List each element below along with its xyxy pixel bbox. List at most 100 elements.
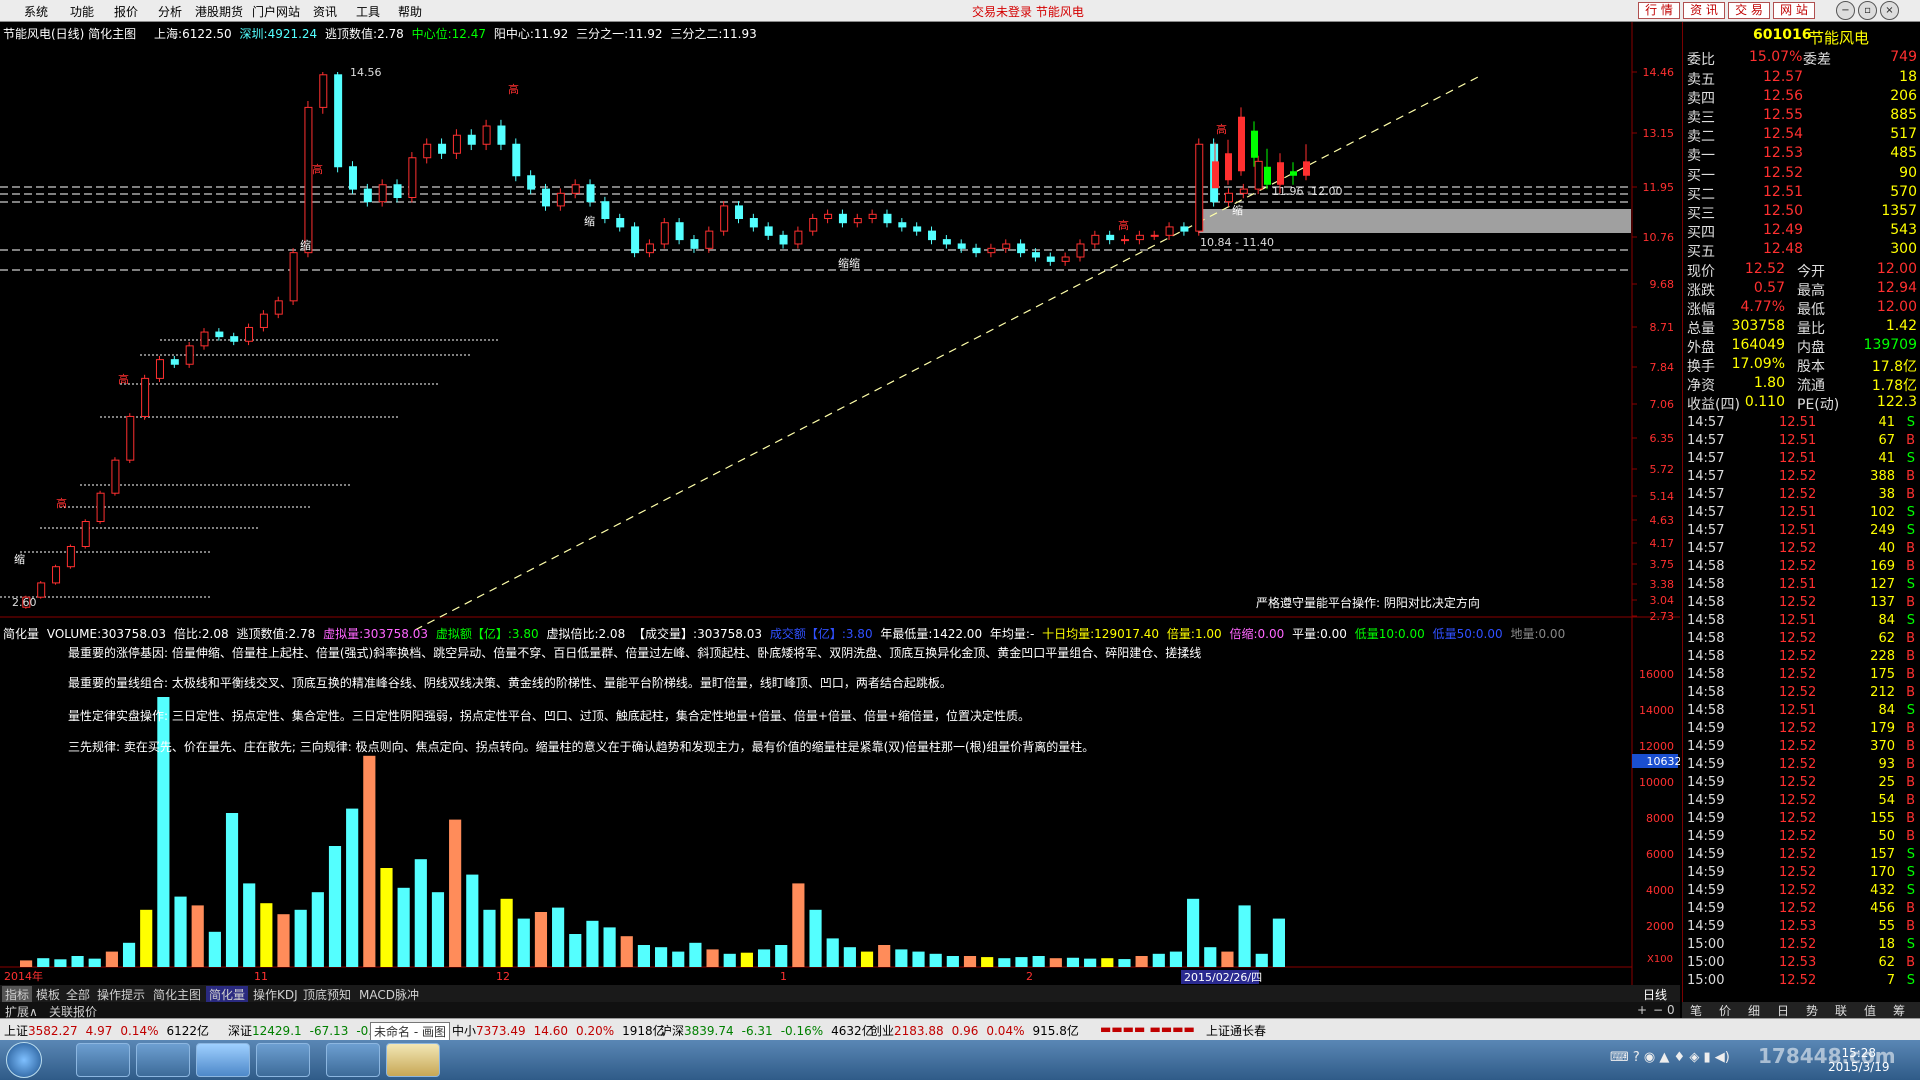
tab-price[interactable]: 价: [1711, 1002, 1739, 1019]
quote-panel: 601016 节能风电 委比 15.07% 委差 749 卖五 12.57 18 卖四 12.5…: [1682, 22, 1920, 1012]
volume-bar: [20, 960, 33, 967]
candle-body: [452, 134, 461, 154]
volume-bar: [88, 958, 101, 967]
top-button-quote[interactable]: 行 情: [1638, 2, 1680, 19]
tab-kdj[interactable]: 操作KDJ: [250, 986, 301, 1003]
tab-detail[interactable]: 细: [1740, 1002, 1768, 1019]
candle-body: [735, 205, 744, 220]
candle-body: [1165, 226, 1174, 236]
tab-all[interactable]: 全部: [63, 986, 93, 1003]
stock-app-icon[interactable]: [196, 1043, 250, 1077]
bank-icon[interactable]: [326, 1043, 380, 1077]
stat-row: 外盘 164049 内盘 139709: [1683, 336, 1920, 356]
tick-cell: 12.52: [1779, 487, 1817, 502]
tray-icons[interactable]: ⌨ ? ◉ ▲ ♦ ◈ ▮ ◀): [1610, 1050, 1730, 1065]
candle-body: [304, 106, 313, 254]
menu-analysis[interactable]: 分析: [158, 3, 182, 20]
menu-info[interactable]: 资讯: [313, 3, 337, 20]
tick-cell: 14:57: [1687, 469, 1725, 484]
popup-paint-label[interactable]: 未命名 - 画图: [370, 1022, 450, 1041]
close-icon[interactable]: ×: [1880, 1, 1899, 20]
tick-row: 14:58 12.52 137 B: [1683, 594, 1920, 612]
candle-body: [1224, 192, 1233, 203]
y-tick-label: 6.35: [1650, 432, 1675, 445]
tab-op-tips[interactable]: 操作提示: [94, 986, 148, 1003]
tick-row: 14:59 12.52 370 B: [1683, 738, 1920, 756]
tick-row: 14:58 12.52 212 B: [1683, 684, 1920, 702]
candle-body: [334, 74, 343, 168]
stock-name: 节能风电: [1809, 29, 1870, 47]
volume: 90: [1899, 165, 1917, 181]
tick-cell: S: [1906, 937, 1915, 952]
tick-cell: 127: [1870, 577, 1895, 592]
tab-indicator[interactable]: 指标: [2, 986, 33, 1003]
tab-macd[interactable]: MACD脉冲: [356, 986, 422, 1003]
tab-related[interactable]: 联: [1827, 1002, 1855, 1019]
menu-system[interactable]: 系统: [24, 3, 48, 20]
tab-simple-volume[interactable]: 简化量: [206, 986, 249, 1003]
menu-function[interactable]: 功能: [70, 3, 94, 20]
index-item[interactable]: 中小7373.49 14.60 0.20% 1918亿: [452, 1022, 665, 1039]
tick-row: 14:58 12.51 84 S: [1683, 702, 1920, 720]
index-item[interactable]: 沪深3839.74 -6.31 -0.16% 4632亿: [660, 1022, 874, 1039]
index-item[interactable]: 深证12429.1 -67.13 -0.: [228, 1022, 380, 1039]
tab-template[interactable]: 模板: [33, 986, 63, 1003]
watermark: 178448.com: [1758, 1044, 1896, 1068]
label: 买五: [1687, 244, 1715, 260]
chart-area[interactable]: 节能风电(日线) 简化主图 上海:6122.50 深圳:4921.24 逃顶数值…: [0, 22, 1680, 992]
volume-bar: [740, 952, 753, 967]
tick-cell: 14:57: [1687, 523, 1725, 538]
kline-chart[interactable]: 14.46 13.15 11.95 10.76 9.68 8.71 7.84 7.06 6.35…: [0, 22, 1680, 985]
reset-button[interactable]: 0: [1664, 1003, 1678, 1017]
zoom-in-button[interactable]: +: [1634, 1003, 1650, 1017]
minimize-icon[interactable]: −: [1836, 1, 1855, 20]
volume-bar: [843, 947, 856, 967]
volume-bar: [637, 945, 650, 967]
ie-icon[interactable]: [256, 1043, 310, 1077]
tick-cell: B: [1906, 901, 1915, 916]
candle-body: [645, 243, 654, 254]
paint-icon[interactable]: [386, 1043, 440, 1077]
menu-tools[interactable]: 工具: [356, 3, 380, 20]
index-item[interactable]: 上证3582.27 4.97 0.14% 6122亿: [4, 1022, 209, 1039]
index-field: -0.16%: [780, 1024, 824, 1038]
quote-panel-tabs: 笔 价 细 日 势 联 值 筹: [1682, 1002, 1920, 1018]
top-button-site[interactable]: 网 站: [1773, 2, 1815, 19]
tick-cell: B: [1906, 433, 1915, 448]
high-marker: 高: [1216, 122, 1227, 136]
value: 749: [1890, 49, 1917, 65]
tick-cell: 12.52: [1779, 973, 1817, 988]
volume-bar: [775, 945, 788, 967]
menu-quote[interactable]: 报价: [114, 3, 138, 20]
label: 总量: [1687, 321, 1715, 337]
volume-tick-label: 10000: [1639, 776, 1674, 789]
tab-simple-main[interactable]: 简化主图: [150, 986, 204, 1003]
restore-icon[interactable]: ▫: [1858, 1, 1877, 20]
menu-portal[interactable]: 门户网站: [252, 3, 300, 20]
menu-help[interactable]: 帮助: [398, 3, 422, 20]
candle-body: [824, 213, 833, 220]
index-item[interactable]: 创业2183.88 0.96 0.04% 915.8亿: [870, 1022, 1079, 1039]
menu-hk-futures[interactable]: 港股期货: [195, 3, 243, 20]
tab-value[interactable]: 值: [1856, 1002, 1884, 1019]
tick-row: 14:58 12.51 84 S: [1683, 612, 1920, 630]
value: 15.07%: [1749, 49, 1803, 65]
app-icon[interactable]: [136, 1043, 190, 1077]
tab-chips[interactable]: 筹: [1885, 1002, 1913, 1019]
index-field: 1918亿: [622, 1024, 665, 1038]
value: 303758: [1731, 318, 1785, 334]
ie-icon[interactable]: [76, 1043, 130, 1077]
tab-top-bottom[interactable]: 顶底预知: [300, 986, 354, 1003]
period-label[interactable]: 日线: [1640, 986, 1670, 1003]
tick-cell: S: [1906, 865, 1915, 880]
top-button-trade[interactable]: 交 易: [1728, 2, 1770, 19]
top-button-info[interactable]: 资 讯: [1683, 2, 1725, 19]
tab-daily[interactable]: 日: [1769, 1002, 1797, 1019]
tab-trades[interactable]: 笔: [1682, 1002, 1710, 1019]
tick-row: 15:00 12.52 7 S: [1683, 972, 1920, 990]
price: 12.49: [1763, 222, 1804, 238]
volume-bar: [809, 909, 822, 967]
y-tick-label: 8.71: [1650, 321, 1675, 334]
start-button-icon[interactable]: [6, 1042, 42, 1078]
tab-trend[interactable]: 势: [1798, 1002, 1826, 1019]
